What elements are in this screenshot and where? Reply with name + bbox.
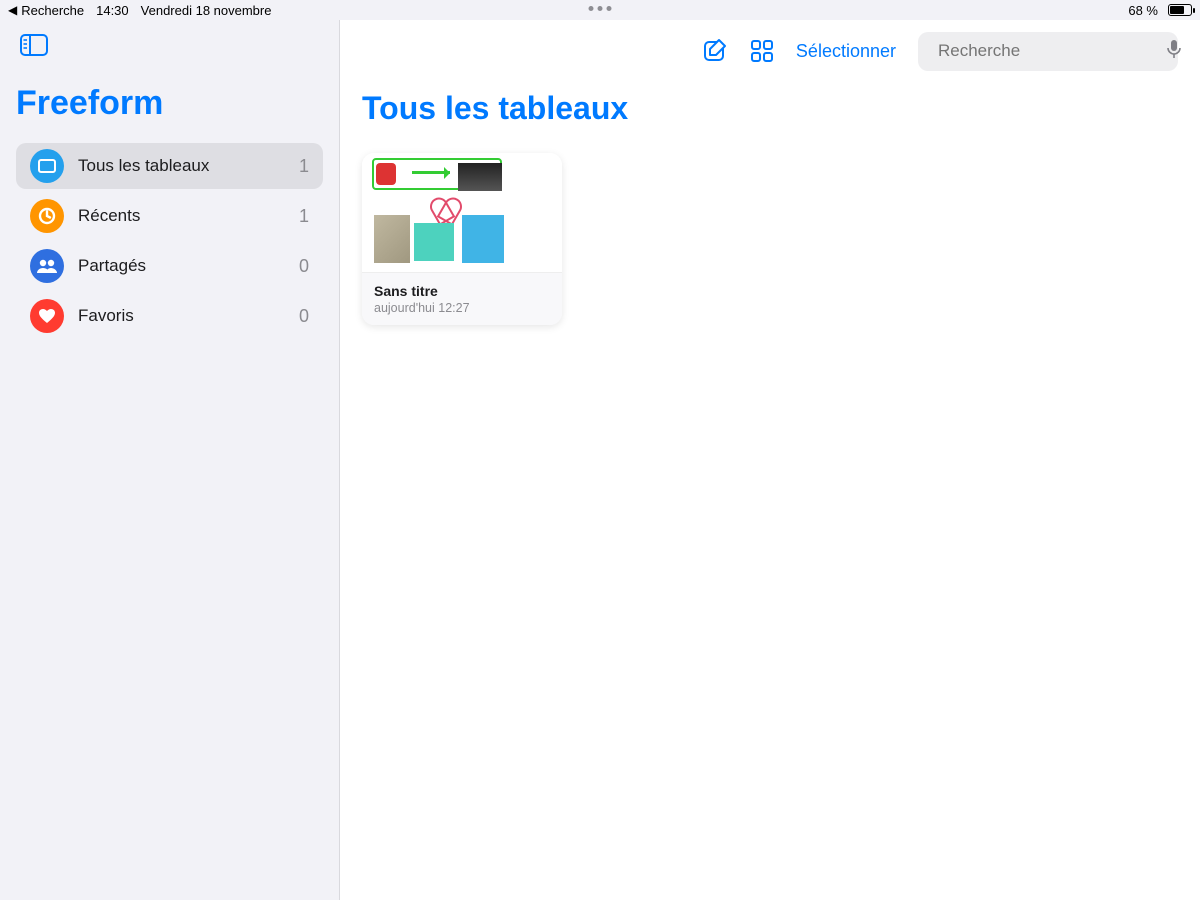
sidebar-item-count: 0 [299, 256, 309, 277]
sidebar-toggle-button[interactable] [16, 30, 52, 60]
clock-icon [30, 199, 64, 233]
main-content: Sélectionner Tous les tableaux [340, 20, 1200, 900]
select-button[interactable]: Sélectionner [796, 41, 896, 62]
page-title: Tous les tableaux [362, 90, 1178, 127]
board-title: Sans titre [374, 283, 550, 299]
sidebar-icon [20, 34, 48, 56]
board-subtitle: aujourd'hui 12:27 [374, 301, 550, 315]
sidebar-item-shared[interactable]: Partagés 0 [16, 243, 323, 289]
app-title: Freeform [16, 84, 323, 123]
people-icon [30, 249, 64, 283]
status-time: 14:30 [96, 3, 129, 18]
boards-icon [30, 149, 64, 183]
sidebar-item-label: Récents [78, 206, 285, 226]
sidebar-item-favorites[interactable]: Favoris 0 [16, 293, 323, 339]
sidebar-item-all-boards[interactable]: Tous les tableaux 1 [16, 143, 323, 189]
sidebar-item-count: 1 [299, 156, 309, 177]
status-bar: ◀ Recherche 14:30 Vendredi 18 novembre 6… [0, 0, 1200, 20]
search-field[interactable] [918, 32, 1178, 71]
sidebar-item-count: 1 [299, 206, 309, 227]
search-input[interactable] [938, 41, 1159, 61]
sidebar-list: Tous les tableaux 1 Récents 1 Partagés [16, 143, 323, 339]
grid-icon [750, 39, 774, 63]
sidebar-item-label: Favoris [78, 306, 285, 326]
compose-icon [702, 38, 728, 64]
sidebar-item-recents[interactable]: Récents 1 [16, 193, 323, 239]
heart-icon [30, 299, 64, 333]
status-date: Vendredi 18 novembre [141, 3, 272, 18]
board-card-footer: Sans titre aujourd'hui 12:27 [362, 273, 562, 325]
multitask-dots-icon[interactable] [589, 6, 612, 11]
mic-icon [1167, 39, 1181, 59]
battery-icon [1164, 4, 1192, 16]
board-thumbnail [362, 153, 562, 273]
board-grid: Sans titre aujourd'hui 12:27 [362, 153, 1178, 325]
sidebar-item-label: Tous les tableaux [78, 156, 285, 176]
view-grid-button[interactable] [750, 39, 774, 63]
board-card[interactable]: Sans titre aujourd'hui 12:27 [362, 153, 562, 325]
battery-percent: 68 % [1128, 3, 1158, 18]
sidebar-item-count: 0 [299, 306, 309, 327]
back-chevron-icon[interactable]: ◀ [8, 3, 17, 17]
toolbar: Sélectionner [362, 30, 1178, 72]
sidebar: Freeform Tous les tableaux 1 Récents 1 [0, 20, 340, 900]
sidebar-item-label: Partagés [78, 256, 285, 276]
new-board-button[interactable] [702, 38, 728, 64]
dictation-button[interactable] [1167, 39, 1181, 64]
back-app-label[interactable]: Recherche [21, 3, 84, 18]
